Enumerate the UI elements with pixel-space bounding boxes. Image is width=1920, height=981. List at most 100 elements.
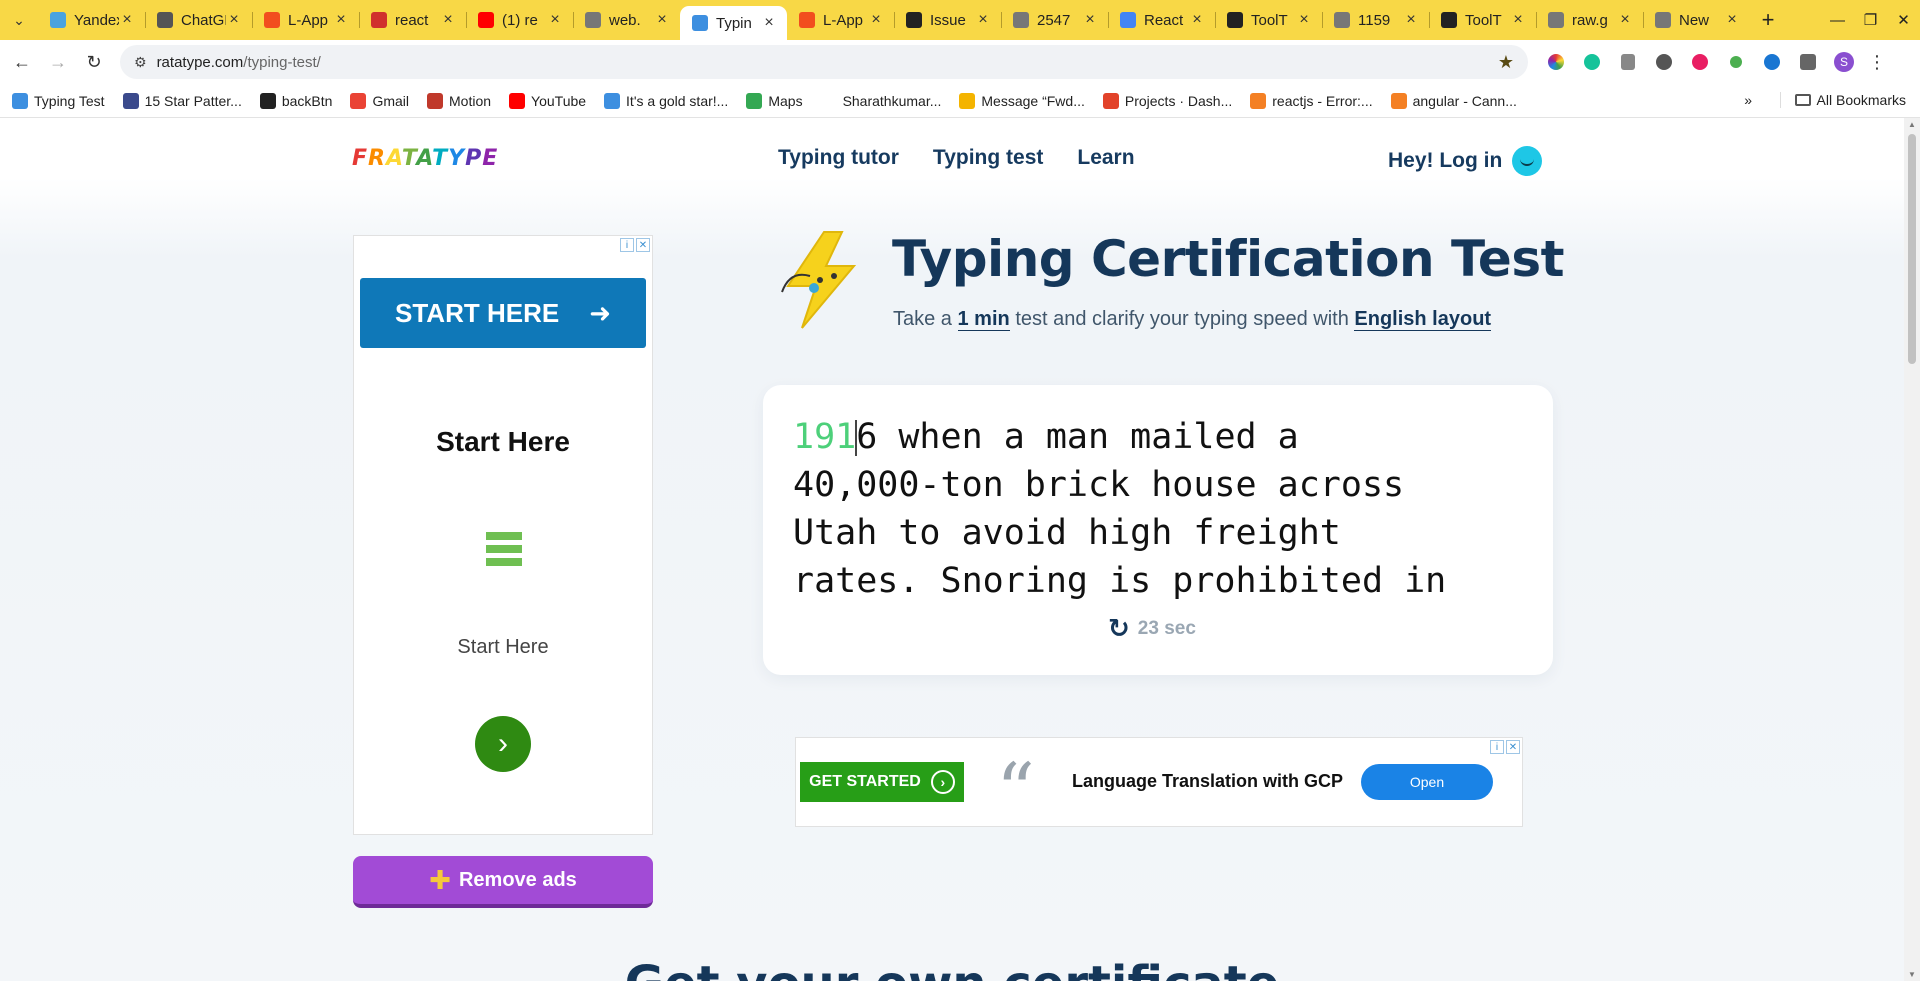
reload-button[interactable]: ↻ — [76, 52, 112, 73]
restore-button[interactable]: ❐ — [1854, 11, 1887, 29]
extensions-puzzle-icon[interactable] — [1790, 52, 1826, 72]
extension-gif-icon[interactable] — [1682, 52, 1718, 72]
browser-tab[interactable]: react × — [359, 0, 466, 40]
profile-avatar[interactable]: S — [1826, 52, 1862, 72]
browser-tab[interactable]: New × — [1643, 0, 1750, 40]
left-ad-banner[interactable]: i ✕ START HERE ➜ Start Here Start Here › — [353, 235, 653, 835]
browser-tab[interactable]: Yandex × — [38, 0, 145, 40]
browser-tab[interactable]: Issue × — [894, 0, 1001, 40]
browser-tab[interactable]: 1159 × — [1322, 0, 1429, 40]
typing-test-card[interactable]: 1916 when a man mailed a 40,000-ton bric… — [763, 385, 1553, 675]
extension-blue-icon[interactable] — [1754, 52, 1790, 72]
close-tab-icon[interactable]: × — [761, 14, 777, 32]
bottom-ad-banner[interactable]: i ✕ GET STARTED › “ Language Translation… — [795, 737, 1523, 835]
layout-link[interactable]: English layout — [1354, 308, 1492, 331]
globe-icon — [1334, 12, 1350, 28]
browser-tab[interactable]: (1) re × — [466, 0, 573, 40]
minimize-button[interactable]: — — [1821, 12, 1854, 29]
ratatype-logo[interactable]: FRATATYPE — [352, 146, 498, 171]
new-tab-button[interactable]: + — [1750, 7, 1786, 33]
close-tab-icon[interactable]: × — [333, 11, 349, 29]
browser-menu-icon[interactable]: ⋮ — [1862, 52, 1892, 73]
site-info-icon[interactable]: ⚙ — [134, 54, 147, 71]
forward-button[interactable]: → — [40, 52, 76, 73]
close-tab-icon[interactable]: × — [1189, 11, 1205, 29]
bookmark-item[interactable]: It's a gold star!... — [604, 92, 728, 109]
close-tab-icon[interactable]: × — [1082, 11, 1098, 29]
nav-learn[interactable]: Learn — [1077, 146, 1134, 170]
bookmark-item[interactable]: YouTube — [509, 92, 586, 109]
nav-typing-tutor[interactable]: Typing tutor — [778, 146, 899, 170]
close-tab-icon[interactable]: × — [868, 11, 884, 29]
bookmark-item[interactable]: angular - Cann... — [1390, 92, 1517, 109]
bookmark-label: 15 Star Patter... — [144, 92, 242, 109]
page-scrollbar[interactable]: ▲ ▼ — [1904, 118, 1920, 981]
nav-typing-test[interactable]: Typing test — [933, 146, 1043, 170]
tab-label: React — [1144, 11, 1184, 29]
tab-search-button[interactable]: ⌄ — [0, 0, 38, 40]
bookmarks-overflow-icon[interactable]: » — [1744, 92, 1752, 108]
tab-label: New — [1679, 11, 1710, 29]
close-tab-icon[interactable]: × — [226, 11, 242, 29]
bookmark-item[interactable]: Message “Fwd... — [959, 92, 1085, 109]
all-bookmarks-button[interactable]: All Bookmarks — [1779, 92, 1906, 108]
get-started-button[interactable]: GET STARTED › — [800, 762, 964, 802]
ad-close-icon[interactable]: ✕ — [636, 238, 650, 252]
bookmark-item[interactable]: Maps — [746, 92, 803, 109]
ad-open-button[interactable]: Open — [1361, 764, 1493, 800]
close-tab-icon[interactable]: × — [1296, 11, 1312, 29]
browser-tab[interactable]: L-App × — [252, 0, 359, 40]
browser-tab[interactable]: raw.g × — [1536, 0, 1643, 40]
chevron-right-icon[interactable]: › — [475, 716, 531, 772]
scroll-up-icon[interactable]: ▲ — [1908, 120, 1916, 129]
extension-grammarly-icon[interactable] — [1574, 52, 1610, 72]
close-tab-icon[interactable]: × — [1510, 11, 1526, 29]
bookmark-item[interactable]: reactjs - Error:... — [1250, 92, 1373, 109]
bookmark-item[interactable]: Sharathkumar... — [820, 92, 941, 109]
browser-tab[interactable]: React × — [1108, 0, 1215, 40]
browser-tab[interactable]: web. × — [573, 0, 680, 40]
close-tab-icon[interactable]: × — [1403, 11, 1419, 29]
bookmark-item[interactable]: Projects · Dash... — [1102, 92, 1232, 109]
remove-ads-button[interactable]: ✚ Remove ads — [353, 856, 653, 908]
browser-tab[interactable]: ToolT × — [1215, 0, 1322, 40]
close-tab-icon[interactable]: × — [975, 11, 991, 29]
browser-tab[interactable]: 2547 × — [1001, 0, 1108, 40]
extension-bug-icon[interactable] — [1646, 52, 1682, 72]
close-tab-icon[interactable]: × — [654, 11, 670, 29]
ad-info-icon[interactable]: i — [1490, 740, 1504, 754]
bookmark-star-icon[interactable]: ★ — [1498, 52, 1514, 73]
restart-icon[interactable]: ↻ — [1108, 613, 1130, 644]
bookmark-item[interactable]: backBtn — [259, 92, 332, 109]
extension-plus-icon[interactable] — [1718, 52, 1754, 72]
close-tab-icon[interactable]: × — [440, 11, 456, 29]
duration-link[interactable]: 1 min — [957, 308, 1010, 331]
bookmark-item[interactable]: Motion — [427, 92, 491, 109]
back-button[interactable]: ← — [4, 52, 40, 73]
all-bookmarks-label: All Bookmarks — [1816, 92, 1906, 108]
ad-info-icon[interactable]: i — [620, 238, 634, 252]
extension-color-icon[interactable] — [1538, 52, 1574, 72]
address-bar[interactable]: ⚙ ratatype.com/typing-test/ ★ — [120, 45, 1528, 79]
ad-start-here-button[interactable]: START HERE ➜ — [360, 278, 646, 348]
arrow-right-icon: ➜ — [589, 297, 611, 328]
bookmark-item[interactable]: Typing Test — [12, 92, 105, 109]
close-tab-icon[interactable]: × — [1724, 11, 1740, 29]
close-tab-icon[interactable]: × — [1617, 11, 1633, 29]
bookmark-item[interactable]: Gmail — [350, 92, 409, 109]
bookmark-item[interactable]: 15 Star Patter... — [122, 92, 242, 109]
scroll-down-icon[interactable]: ▼ — [1908, 970, 1916, 979]
close-tab-icon[interactable]: × — [119, 11, 135, 29]
browser-tab[interactable]: ChatGPT× — [145, 0, 252, 40]
browser-tab[interactable]: Typin × — [680, 6, 787, 40]
typing-text[interactable]: 1916 when a man mailed a 40,000-ton bric… — [793, 413, 1523, 605]
browser-tab[interactable]: ToolT × — [1429, 0, 1536, 40]
bookmark-label: reactjs - Error:... — [1272, 92, 1373, 109]
login-link[interactable]: Hey! Log in — [1388, 146, 1543, 176]
browser-tab[interactable]: L-App × — [787, 0, 894, 40]
scrollbar-thumb[interactable] — [1908, 134, 1916, 364]
ad-close-icon[interactable]: ✕ — [1506, 740, 1520, 754]
extension-ci-icon[interactable] — [1610, 52, 1646, 72]
close-window-button[interactable]: ✕ — [1887, 11, 1920, 29]
close-tab-icon[interactable]: × — [547, 11, 563, 29]
